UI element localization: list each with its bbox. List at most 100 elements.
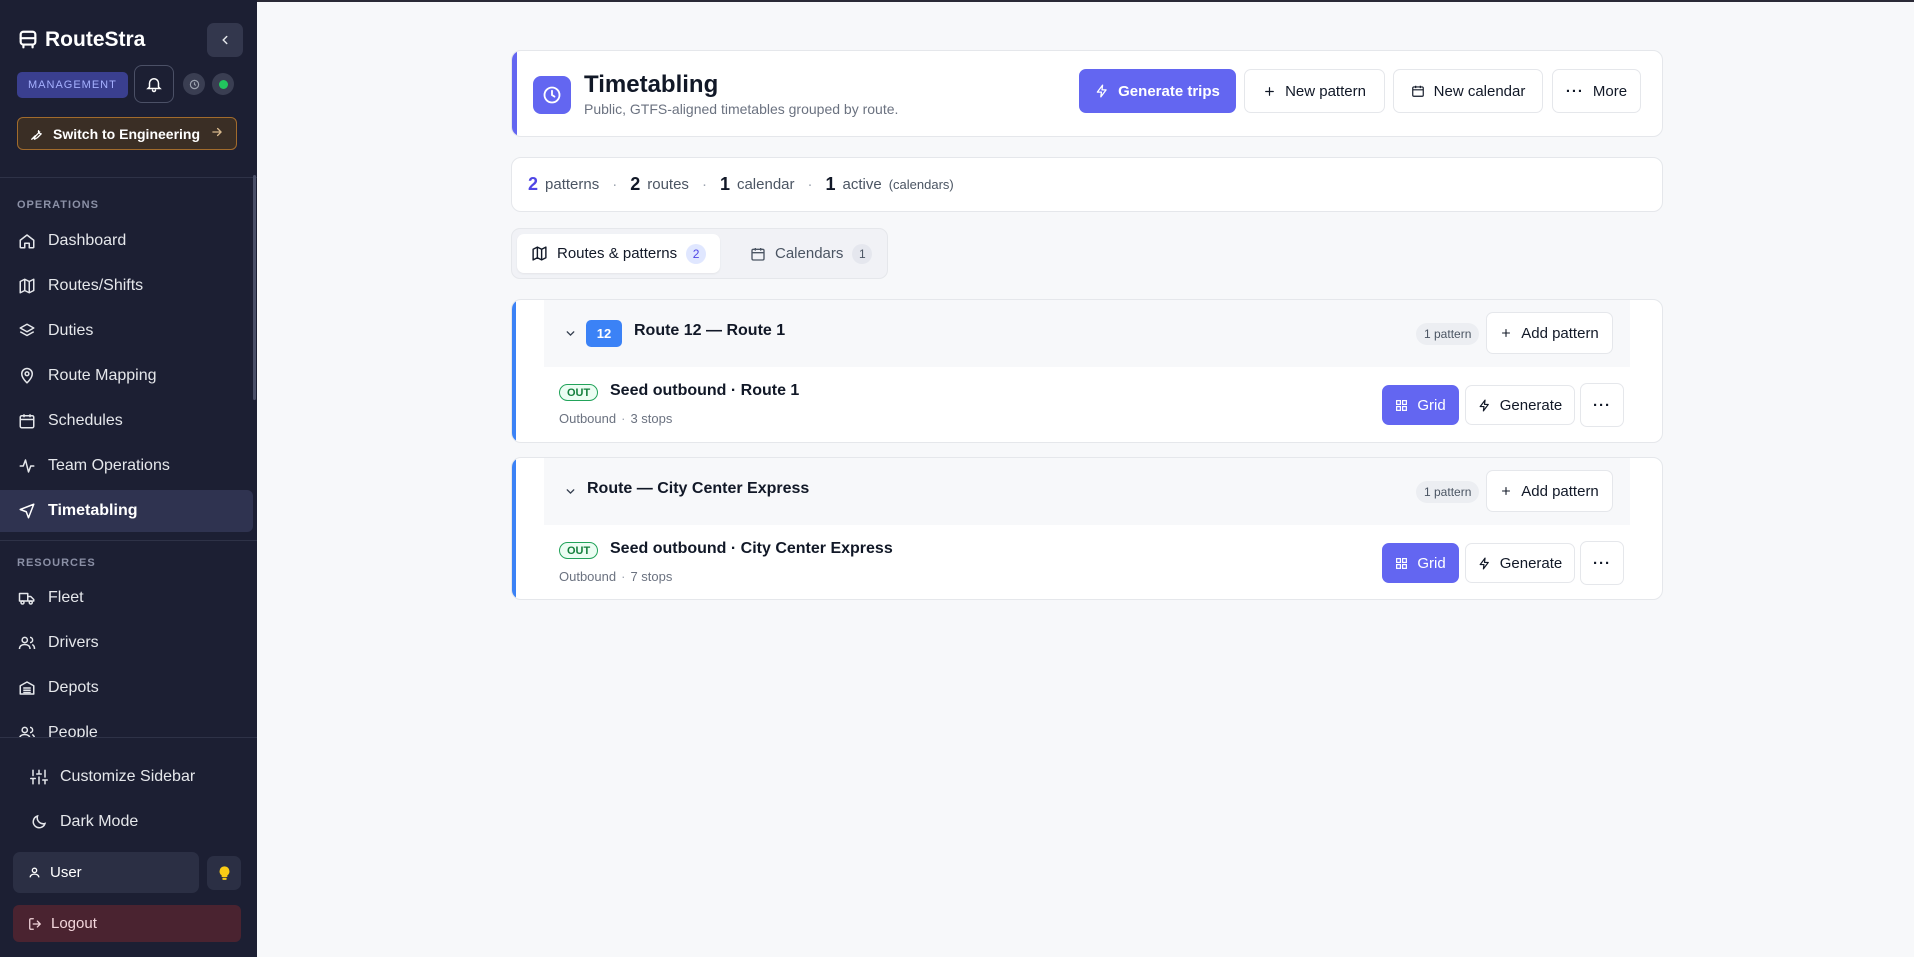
grid-button[interactable]: Grid <box>1382 385 1459 425</box>
stats-separator: · <box>807 176 813 193</box>
new-calendar-label: New calendar <box>1433 82 1526 100</box>
dark-mode-toggle[interactable]: Dark Mode <box>30 813 138 831</box>
sidebar-item-label: Routes/Shifts <box>48 277 144 294</box>
bell-icon <box>146 78 162 93</box>
direction-badge: OUT <box>559 384 599 401</box>
arrow-right-icon <box>210 125 224 142</box>
sidebar-item-drivers[interactable]: Drivers <box>0 622 253 664</box>
sidebar-item-label: Route Mapping <box>48 367 157 384</box>
map-icon <box>532 246 547 261</box>
add-pattern-button[interactable]: Add pattern <box>1486 312 1613 354</box>
wrench-icon <box>31 129 42 140</box>
customize-label: Customize Sidebar <box>60 768 196 785</box>
collapse-sidebar-button[interactable] <box>207 23 243 57</box>
user-menu-button[interactable]: User <box>13 852 199 893</box>
sidebar-item-team-operations[interactable]: Team Operations <box>0 445 253 487</box>
logout-icon <box>29 917 42 930</box>
warehouse-icon <box>19 681 35 695</box>
users-icon <box>18 636 36 650</box>
sidebar-item-label: Team Operations <box>48 457 170 474</box>
logout-button[interactable]: Logout <box>13 905 241 942</box>
clock-icon <box>533 76 571 114</box>
zap-icon <box>1096 84 1107 98</box>
sidebar-divider <box>0 737 257 738</box>
pattern-name: Seed outbound · City Center Express <box>610 540 893 557</box>
route-accent-bar <box>512 300 516 442</box>
grid-label: Grid <box>1417 396 1446 414</box>
chevron-down-icon[interactable] <box>564 327 577 340</box>
route-header[interactable]: 12 Route 12 — Route 1 1 pattern Add patt… <box>544 300 1630 367</box>
new-pattern-button[interactable]: New pattern <box>1244 69 1385 113</box>
grid-button[interactable]: Grid <box>1382 543 1459 583</box>
plus-icon <box>1502 486 1511 496</box>
pattern-row: OUT Seed outbound · City Center Express … <box>544 525 1630 599</box>
pattern-direction-label: Outbound <box>559 569 617 584</box>
dark-mode-label: Dark Mode <box>60 813 139 830</box>
header-accent-bar <box>512 51 517 136</box>
customize-sidebar-button[interactable]: Customize Sidebar <box>30 768 195 786</box>
notifications-button[interactable] <box>134 65 174 103</box>
patterns-count: 2 <box>528 174 539 194</box>
sidebar-item-fleet[interactable]: Fleet <box>0 577 253 619</box>
brand-logo[interactable]: RouteStra <box>17 28 145 52</box>
map-icon <box>19 278 35 294</box>
route-accent-bar <box>512 458 516 599</box>
routes-count: 2 <box>630 174 641 194</box>
sidebar-item-duties[interactable]: Duties <box>0 310 253 352</box>
more-button[interactable]: ··· More <box>1552 69 1641 113</box>
sidebar-scrollbar[interactable] <box>253 175 256 400</box>
pattern-more-button[interactable]: ··· <box>1580 541 1624 585</box>
generate-trips-button[interactable]: Generate trips <box>1079 69 1236 113</box>
sidebar-item-timetabling[interactable]: Timetabling <box>0 490 253 532</box>
chevron-down-icon[interactable] <box>564 485 577 498</box>
generate-button[interactable]: Generate <box>1465 543 1575 583</box>
new-pattern-label: New pattern <box>1285 82 1366 100</box>
route-name: Route 12 — Route 1 <box>634 322 786 339</box>
route-group: 12 Route 12 — Route 1 1 pattern Add patt… <box>511 299 1663 443</box>
moon-icon <box>32 814 47 829</box>
plus-icon <box>1265 86 1274 96</box>
route-header[interactable]: Route — City Center Express 1 pattern Ad… <box>544 458 1630 525</box>
activity-icon <box>19 459 35 473</box>
add-pattern-button[interactable]: Add pattern <box>1486 470 1613 512</box>
tab-calendars[interactable]: Calendars 1 <box>736 234 886 273</box>
route-group: Route — City Center Express 1 pattern Ad… <box>511 457 1663 600</box>
generate-button[interactable]: Generate <box>1465 385 1575 425</box>
tab-routes-patterns[interactable]: Routes & patterns 2 <box>517 234 721 273</box>
routes-label: routes <box>647 176 689 193</box>
calendars-label: calendar <box>736 176 795 193</box>
active-label: active <box>842 176 882 193</box>
page-subtitle: Public, GTFS-aligned timetables grouped … <box>584 101 899 117</box>
pattern-row: OUT Seed outbound · Route 1 Outbound · 3 s… <box>544 367 1630 442</box>
pattern-stops: 7 stops <box>630 569 673 584</box>
new-calendar-button[interactable]: New calendar <box>1393 69 1543 113</box>
stats-separator: · <box>612 176 618 193</box>
navigation-icon <box>19 503 35 519</box>
ellipsis-icon: ··· <box>1593 554 1611 572</box>
active-count: 1 <box>825 174 836 194</box>
sidebar-item-schedules[interactable]: Schedules <box>0 400 253 442</box>
grid-icon <box>1396 557 1408 569</box>
switch-to-engineering-button[interactable]: Switch to Engineering <box>17 117 237 150</box>
pattern-count-badge: 1 pattern <box>1416 323 1480 345</box>
generate-label: Generate <box>1499 554 1563 572</box>
clock-status-button[interactable] <box>183 73 205 95</box>
calendars-count: 1 <box>719 174 730 194</box>
sidebar-item-depots[interactable]: Depots <box>0 667 253 709</box>
pattern-more-button[interactable]: ··· <box>1580 383 1624 427</box>
calendar-icon <box>1411 85 1424 97</box>
sidebar-item-routes-shifts[interactable]: Routes/Shifts <box>0 265 253 307</box>
sidebar-divider <box>0 177 257 178</box>
clock-icon <box>189 79 199 89</box>
window-top-border <box>0 0 1914 2</box>
meta-separator: · <box>621 569 626 584</box>
sidebar-divider <box>0 540 257 541</box>
tips-button[interactable] <box>207 856 241 890</box>
pattern-name: Seed outbound · Route 1 <box>610 382 800 399</box>
sidebar-item-route-mapping[interactable]: Route Mapping <box>0 355 253 397</box>
view-tabs: Routes & patterns 2 Calendars 1 <box>511 228 888 279</box>
sidebar-item-label: Fleet <box>48 589 84 606</box>
logout-label: Logout <box>51 915 97 932</box>
sidebar-item-dashboard[interactable]: Dashboard <box>0 220 253 262</box>
page-header: Timetabling Public, GTFS-aligned timetab… <box>511 50 1663 137</box>
